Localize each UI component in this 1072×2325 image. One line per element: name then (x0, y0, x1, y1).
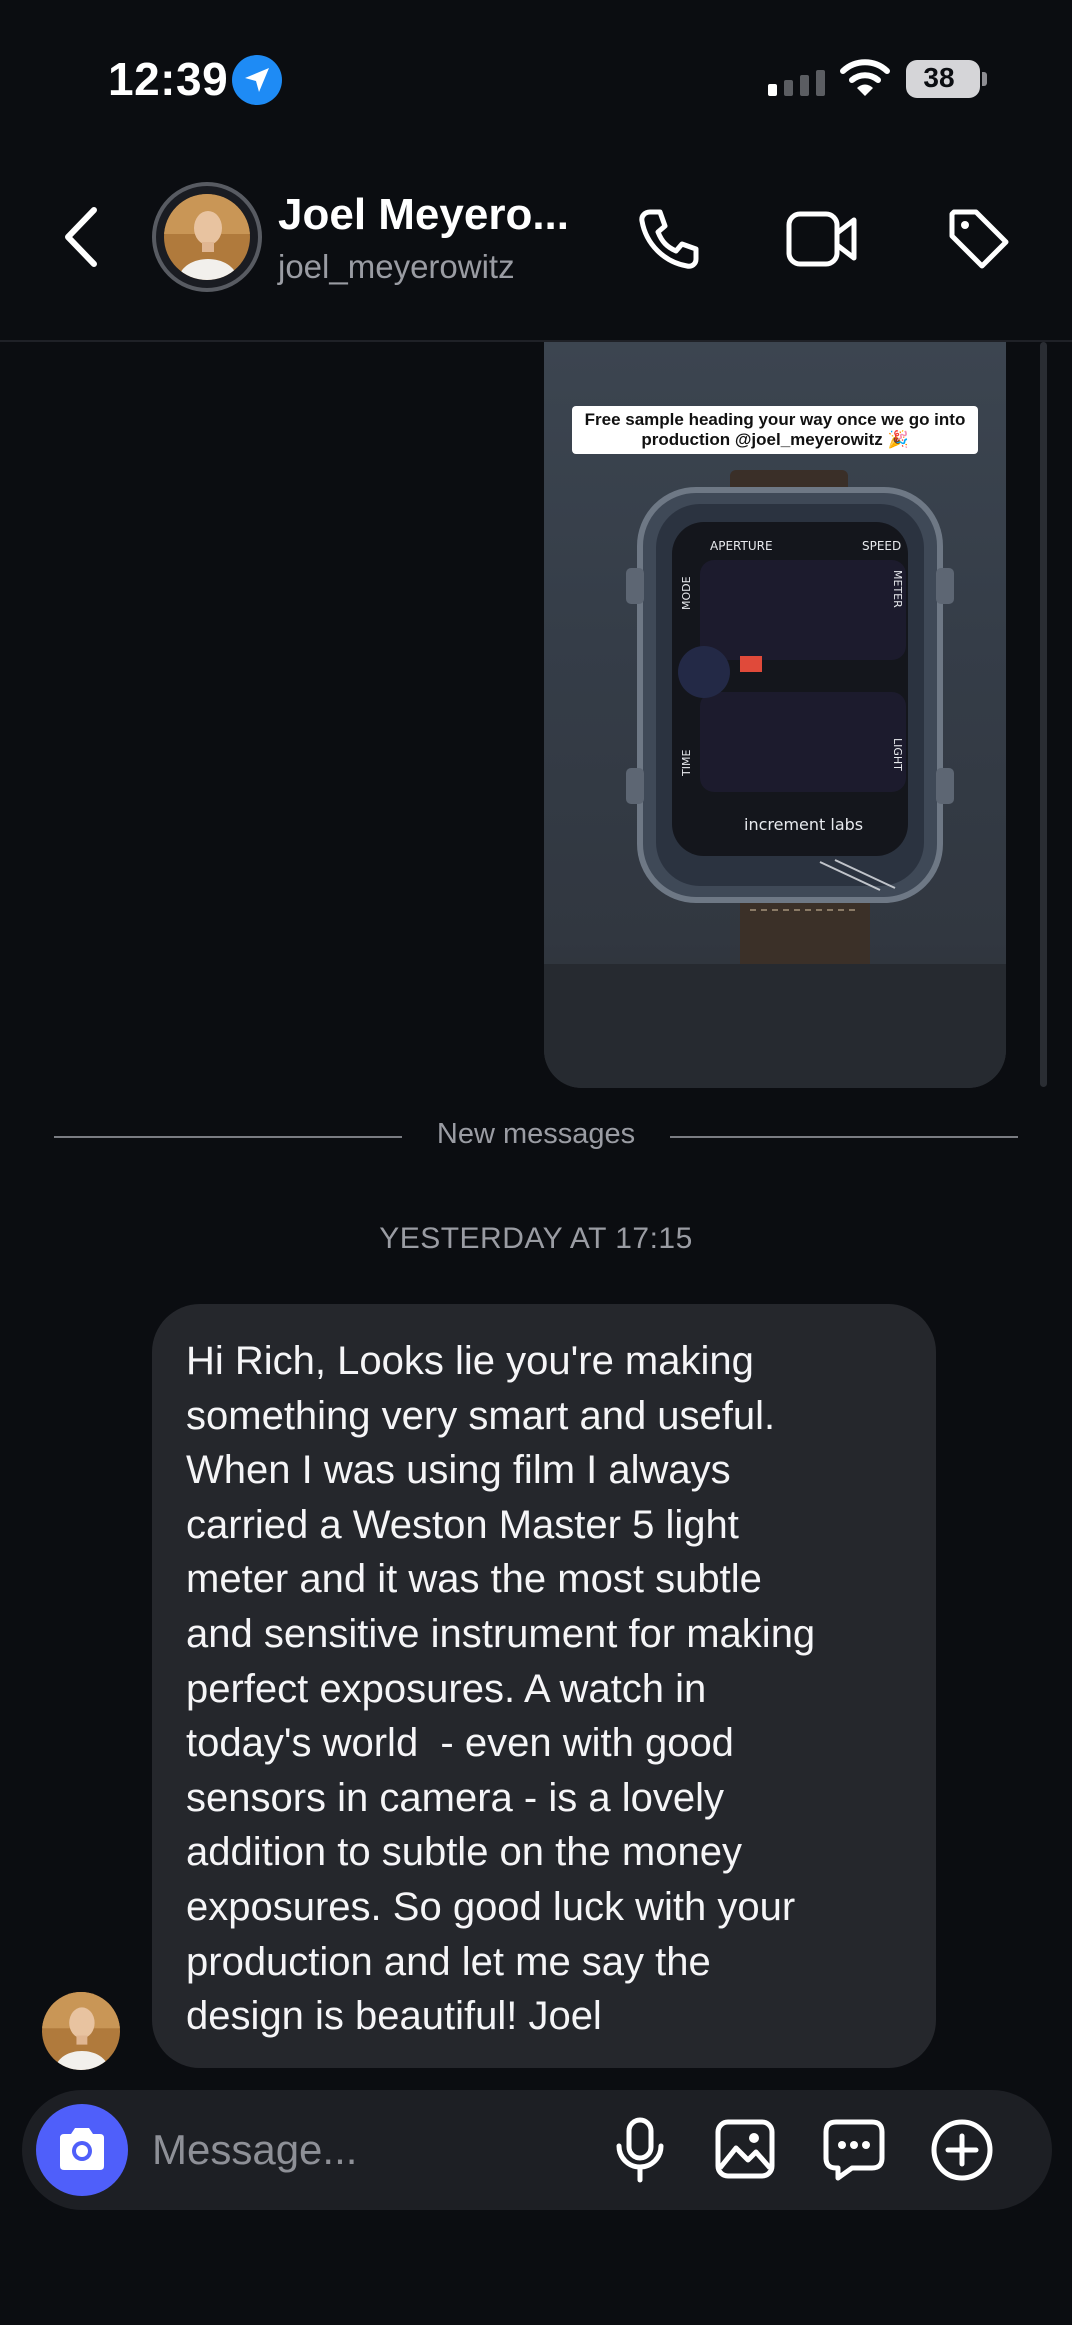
gallery-icon[interactable] (714, 2118, 776, 2185)
message-bubble[interactable]: Hi Rich, Looks lie you're making somethi… (152, 1304, 936, 2068)
message-timestamp: YESTERDAY AT 17:15 (379, 1222, 693, 1255)
cellular-signal-icon (768, 70, 828, 101)
contact-name[interactable]: Joel Meyero... (278, 190, 569, 240)
avatar-photo (164, 194, 250, 280)
watch-brand: increment labs (744, 815, 863, 834)
watch-label-mode: MODE (680, 576, 693, 610)
watch-label-time: TIME (680, 750, 693, 777)
message-line: meter and it was the most subtle (186, 1557, 762, 1602)
watch-image: APERTURE SPEED MODE METER TIME LIGHT inc… (544, 470, 980, 995)
message-text: Hi Rich, Looks lie you're making somethi… (186, 1334, 916, 2044)
message-input[interactable] (152, 2122, 592, 2178)
watch-label-speed: SPEED (862, 539, 901, 553)
wifi-icon (840, 58, 890, 103)
message-line: perfect exposures. A watch in (186, 1666, 707, 1711)
sender-avatar[interactable] (42, 1992, 120, 2070)
contact-username[interactable]: joel_meyerowitz (278, 248, 515, 286)
location-arrow-icon (232, 55, 282, 105)
battery-icon: 38 (906, 60, 980, 98)
microphone-icon[interactable] (612, 2116, 668, 2189)
message-line: and sensitive instrument for making (186, 1611, 816, 1656)
new-messages-label: New messages (436, 1118, 636, 1150)
message-line: addition to subtle on the money (186, 1830, 742, 1875)
message-line: today's world - even with good (186, 1721, 734, 1766)
message-line: carried a Weston Master 5 light (186, 1502, 739, 1547)
shared-story-card[interactable]: Free sample heading your way once we go … (544, 342, 1006, 1088)
battery-level: 38 (923, 62, 955, 93)
message-line: design is beautiful! Joel (186, 1994, 602, 2039)
back-chevron-icon[interactable] (62, 206, 102, 273)
story-footer (544, 964, 1006, 1088)
message-line: When I was using film I always (186, 1448, 731, 1493)
new-messages-line-right (670, 1136, 1018, 1138)
story-caption: Free sample heading your way once we go … (572, 406, 978, 454)
message-line: Hi Rich, Looks lie you're making (186, 1339, 754, 1383)
battery-cap (982, 72, 987, 86)
message-line: production and let me say the (186, 1939, 711, 1984)
watch-label-aperture: APERTURE (710, 539, 773, 553)
plus-icon[interactable] (930, 2118, 994, 2187)
sticker-icon[interactable] (822, 2118, 886, 2187)
phone-icon[interactable] (636, 206, 702, 277)
message-line: sensors in camera - is a lovely (186, 1775, 724, 1820)
message-line: something very smart and useful. (186, 1393, 776, 1438)
tag-icon[interactable] (946, 206, 1012, 277)
new-messages-line-left (54, 1136, 402, 1138)
watch-label-light: LIGHT (891, 738, 904, 771)
camera-icon[interactable] (36, 2104, 128, 2196)
status-time: 12:39 (108, 53, 229, 105)
avatar[interactable] (152, 182, 262, 292)
watch-label-meter: METER (891, 570, 904, 608)
scrollbar[interactable] (1040, 342, 1047, 1087)
video-camera-icon[interactable] (786, 210, 858, 273)
message-line: exposures. So good luck with your (186, 1884, 796, 1929)
